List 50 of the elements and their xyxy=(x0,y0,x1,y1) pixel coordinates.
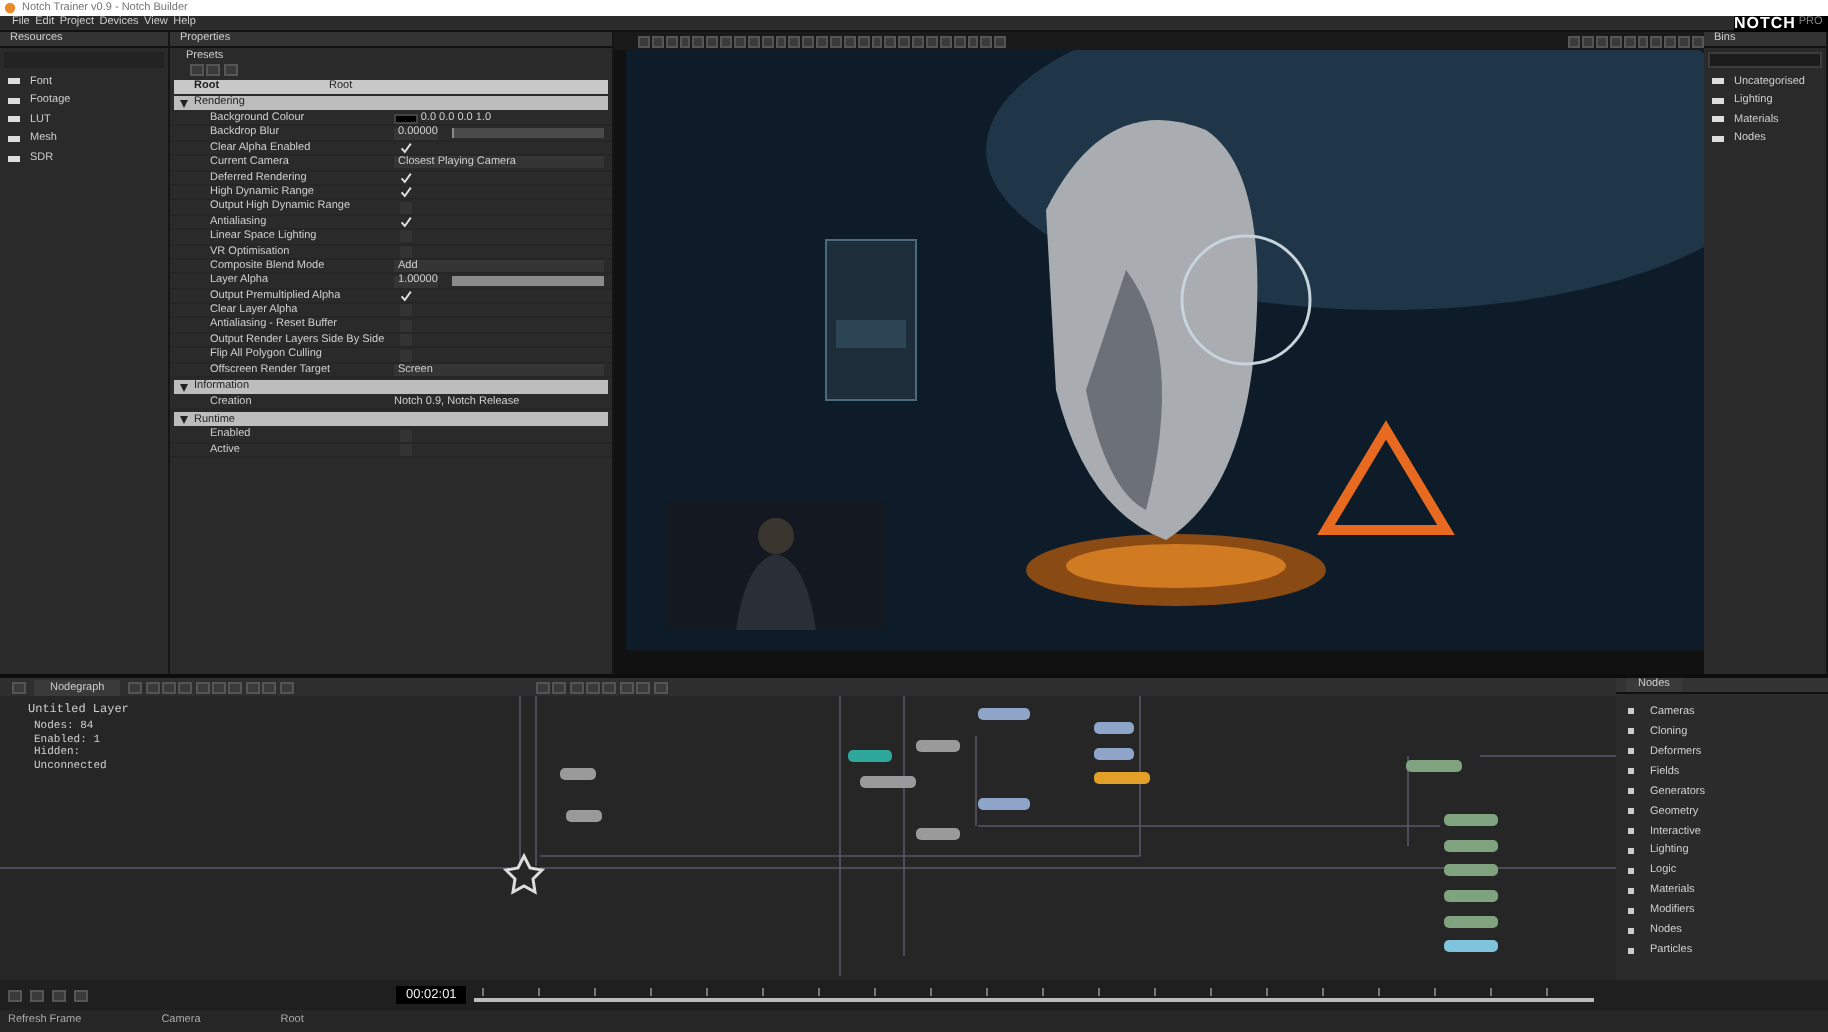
graph-node[interactable] xyxy=(1444,814,1498,826)
category-icon xyxy=(1628,908,1634,915)
graph-node[interactable] xyxy=(1444,940,1498,952)
checkbox[interactable] xyxy=(400,201,412,214)
graph-node[interactable] xyxy=(916,740,960,752)
category-icon xyxy=(1628,888,1634,895)
checkbox[interactable] xyxy=(400,216,412,229)
notch-logo: NOTCH xyxy=(1734,13,1796,32)
play-button[interactable] xyxy=(8,989,22,1001)
graph-node[interactable] xyxy=(978,798,1030,810)
graph-node[interactable] xyxy=(1094,722,1134,734)
graph-node[interactable] xyxy=(1444,840,1498,852)
color-swatch[interactable] xyxy=(394,113,418,124)
graph-node[interactable] xyxy=(566,810,602,822)
folder-icon xyxy=(1712,136,1724,143)
graph-node[interactable] xyxy=(560,768,596,780)
checkbox[interactable] xyxy=(400,142,412,155)
checkbox[interactable] xyxy=(400,304,412,317)
graph-node[interactable] xyxy=(1444,864,1498,876)
graph-node[interactable] xyxy=(1094,748,1134,760)
checkbox[interactable] xyxy=(400,230,412,243)
graph-node[interactable] xyxy=(1094,772,1150,784)
category-icon xyxy=(1628,748,1634,755)
graph-node[interactable] xyxy=(848,750,892,762)
toolbar-button[interactable] xyxy=(12,681,26,693)
graph-node[interactable] xyxy=(1444,890,1498,902)
checkbox[interactable] xyxy=(400,186,412,199)
category-icon xyxy=(1628,808,1634,815)
graph-node[interactable] xyxy=(1444,916,1498,928)
category-icon xyxy=(1628,828,1634,835)
category-icon xyxy=(1628,928,1634,935)
checkbox[interactable] xyxy=(400,289,412,302)
category-icon xyxy=(1628,948,1634,955)
category-icon xyxy=(1628,708,1634,715)
checkbox[interactable] xyxy=(400,429,412,442)
graph-node[interactable] xyxy=(1406,760,1462,772)
root-star-icon xyxy=(502,852,546,895)
graph-node[interactable] xyxy=(860,776,916,788)
category-icon xyxy=(1628,868,1634,875)
category-icon xyxy=(1628,768,1634,775)
connector-line xyxy=(1479,755,1616,757)
slider-fill[interactable] xyxy=(451,276,604,287)
category-icon xyxy=(1628,788,1634,795)
search-field[interactable] xyxy=(1708,52,1822,68)
category-icon xyxy=(1628,728,1634,735)
graph-node[interactable] xyxy=(916,828,960,840)
checkbox[interactable] xyxy=(400,171,412,184)
category-icon xyxy=(1628,848,1634,855)
app-icon xyxy=(4,2,16,14)
graph-node[interactable] xyxy=(978,708,1030,720)
